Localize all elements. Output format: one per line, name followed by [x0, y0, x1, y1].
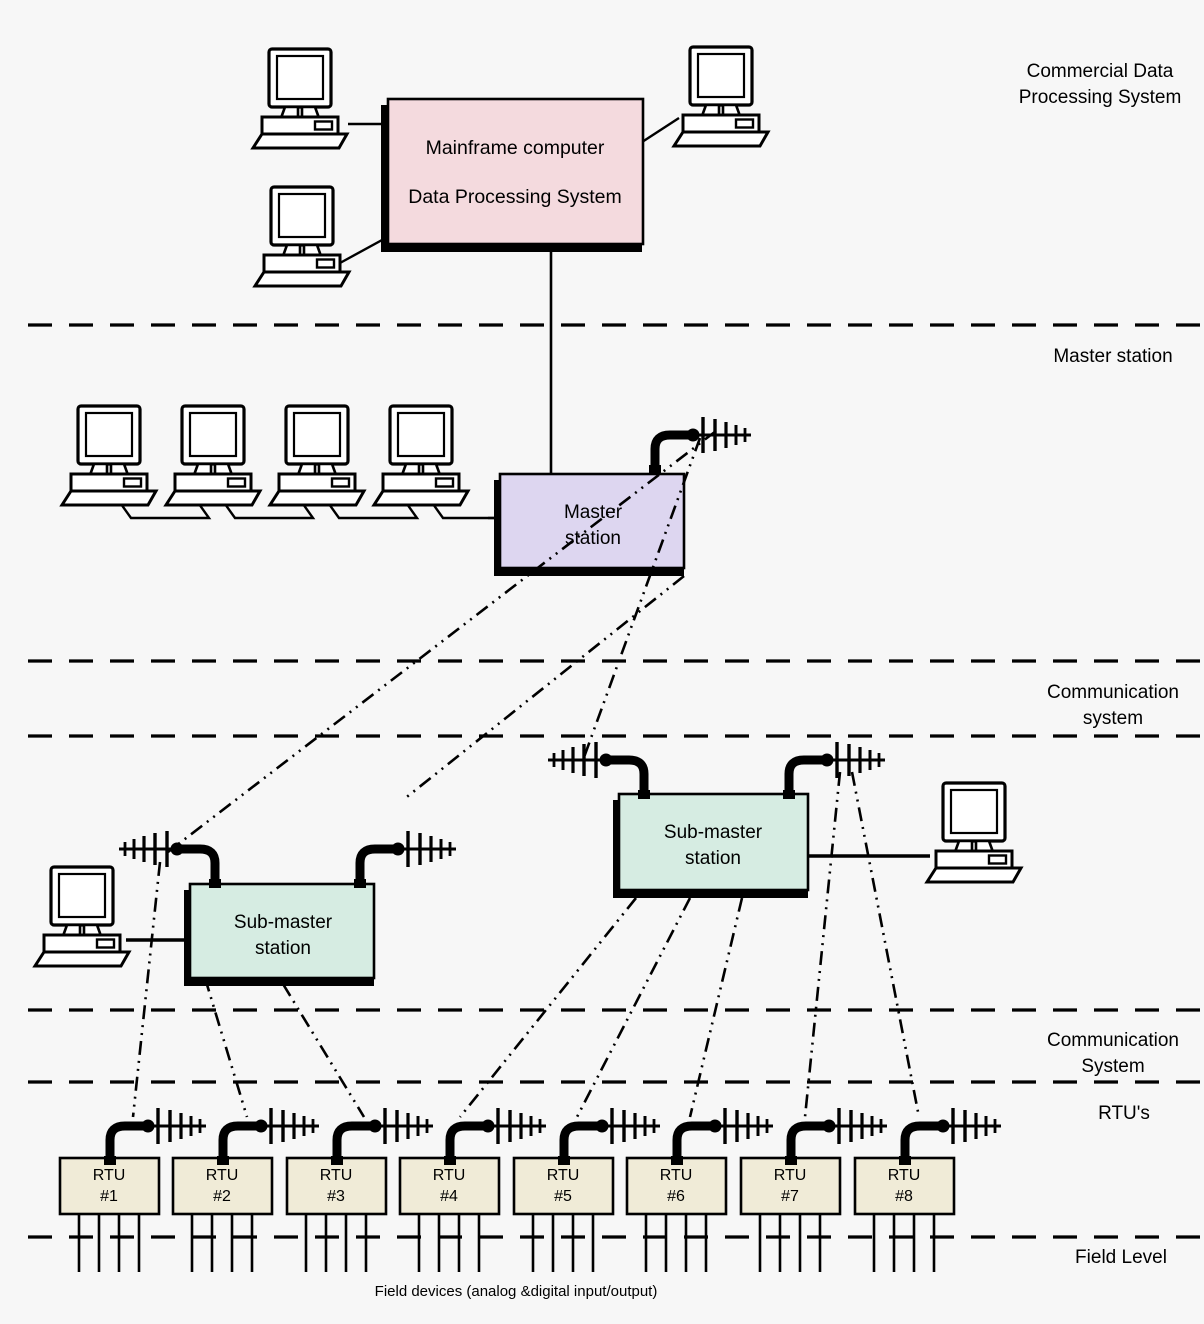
level-label-commercial-line1: Commercial Data [1027, 61, 1174, 82]
rtu-4-label-line1: RTU [433, 1167, 466, 1184]
mainframe-body [386, 97, 645, 246]
sub-master-left-label-line2: station [255, 938, 311, 959]
master-station-label-line2: station [565, 528, 621, 549]
level-label-comm2-line2: System [1081, 1056, 1144, 1077]
scada-architecture-diagram: Commercial Data Processing System Master… [0, 0, 1204, 1324]
rtu-1-label-line1: RTU [93, 1167, 126, 1184]
sub-master-right-label-line2: station [685, 848, 741, 869]
level-label-rtus: RTU's [1098, 1103, 1150, 1124]
rtu-1-label-line2: #1 [100, 1188, 118, 1205]
sub-master-left-box[interactable]: Sub-master station [184, 882, 376, 986]
sub-master-right-box[interactable]: Sub-master station [613, 792, 810, 898]
rtu-3-label-line1: RTU [320, 1167, 353, 1184]
rtu-2-label-line1: RTU [206, 1167, 239, 1184]
rtu-7-label-line1: RTU [774, 1167, 807, 1184]
mainframe-label-line1: Mainframe computer [426, 137, 605, 159]
rtu-8-label-line1: RTU [888, 1167, 921, 1184]
rtu-4-label-line2: #4 [440, 1188, 458, 1205]
rtu-7-label-line2: #7 [781, 1188, 799, 1205]
rtu-5-label-line1: RTU [547, 1167, 580, 1184]
master-station-label-line1: Master [564, 502, 623, 523]
rtu-6-label-line2: #6 [667, 1188, 685, 1205]
sub-master-left-label-line1: Sub-master [234, 912, 333, 933]
rtu-2-label-line2: #2 [213, 1188, 231, 1205]
mainframe-label-line2: Data Processing System [408, 186, 622, 208]
level-label-field-level-line1: Field Level [1075, 1247, 1167, 1268]
level-label-comm1-line1: Communication [1047, 682, 1179, 703]
rtu-8-label-line2: #8 [895, 1188, 913, 1205]
level-label-rtus-line1: RTU's [1098, 1103, 1150, 1124]
sub-master-right-label-line1: Sub-master [664, 822, 763, 843]
level-label-commercial-line2: Processing System [1019, 87, 1182, 108]
rtu-5-label-line2: #5 [554, 1188, 572, 1205]
field-devices-caption: Field devices (analog &digital input/out… [375, 1283, 658, 1300]
level-label-field-level: Field Level [1075, 1247, 1167, 1268]
mainframe-box[interactable]: Mainframe computer Data Processing Syste… [381, 97, 645, 252]
level-label-master-station-line1: Master station [1053, 346, 1172, 367]
master-station-box[interactable]: Master station [494, 472, 686, 576]
level-label-comm2-line1: Communication [1047, 1030, 1179, 1051]
rtu-3-label-line2: #3 [327, 1188, 345, 1205]
level-label-master-station: Master station [1053, 346, 1172, 367]
level-label-comm1-line2: system [1083, 708, 1143, 729]
rtu-6-label-line1: RTU [660, 1167, 693, 1184]
